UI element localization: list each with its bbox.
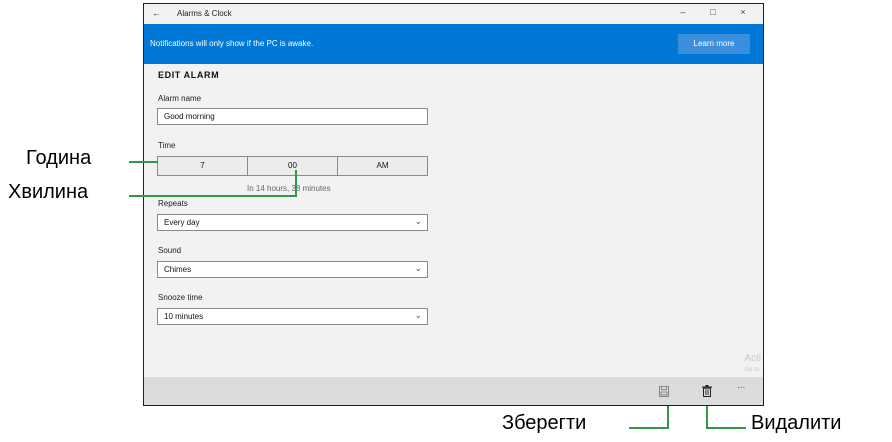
delete-button[interactable] xyxy=(702,384,712,402)
save-annotation-connector xyxy=(667,406,669,429)
page-title: EDIT ALARM xyxy=(158,70,220,80)
alarm-name-value: Good morning xyxy=(164,112,215,121)
repeats-value: Every day xyxy=(164,218,200,227)
notification-message: Notifications will only show if the PC i… xyxy=(150,39,314,48)
notification-banner: Notifications will only show if the PC i… xyxy=(144,24,763,64)
minimize-button[interactable]: – xyxy=(676,7,690,17)
repeats-label: Repeats xyxy=(158,199,188,208)
watermark-line-2: Go to xyxy=(744,367,760,373)
close-button[interactable]: × xyxy=(736,7,750,17)
save-button[interactable] xyxy=(659,384,669,402)
app-window: ← Alarms & Clock – □ × Notifications wil… xyxy=(143,3,764,406)
minute-annotation-connector xyxy=(295,170,297,197)
watermark-line-1: Acti xyxy=(744,353,761,364)
maximize-button[interactable]: □ xyxy=(706,7,720,17)
minute-selector[interactable]: 00 xyxy=(248,157,338,175)
repeats-dropdown[interactable]: Every day ⌄ xyxy=(157,214,428,231)
delete-annotation-line xyxy=(706,427,746,429)
save-annotation-label: Зберегти xyxy=(502,412,587,434)
hour-annotation-line xyxy=(129,161,158,163)
hour-selector[interactable]: 7 xyxy=(158,157,248,175)
am-pm-selector[interactable]: AM xyxy=(338,157,427,175)
sound-label: Sound xyxy=(158,246,182,255)
chevron-down-icon: ⌄ xyxy=(414,263,422,273)
snooze-time-dropdown[interactable]: 10 minutes ⌄ xyxy=(157,308,428,325)
alarm-name-label: Alarm name xyxy=(158,94,202,103)
delete-annotation-connector xyxy=(706,406,708,429)
sound-dropdown[interactable]: Chimes ⌄ xyxy=(157,261,428,278)
save-annotation-line xyxy=(629,427,669,429)
delete-annotation-label: Видалити xyxy=(751,412,842,434)
minute-annotation-label: Хвилина xyxy=(8,181,89,203)
more-options-button[interactable]: ... xyxy=(737,380,745,391)
minute-annotation-line xyxy=(129,195,297,197)
sound-value: Chimes xyxy=(164,265,192,274)
learn-more-button[interactable]: Learn more xyxy=(678,34,750,54)
time-remaining-hint: In 14 hours, 38 minutes xyxy=(247,184,331,193)
time-label: Time xyxy=(158,141,176,150)
command-bar: ... xyxy=(144,377,763,405)
save-icon xyxy=(659,386,669,397)
hour-annotation-label: Година xyxy=(26,147,92,169)
time-picker[interactable]: 7 00 AM xyxy=(157,156,428,176)
chevron-down-icon: ⌄ xyxy=(414,310,422,320)
window-title: Alarms & Clock xyxy=(177,9,232,18)
snooze-time-label: Snooze time xyxy=(158,293,203,302)
title-bar: ← Alarms & Clock – □ × xyxy=(144,4,763,24)
snooze-time-value: 10 minutes xyxy=(164,312,204,321)
back-arrow-icon[interactable]: ← xyxy=(152,8,161,18)
trash-icon xyxy=(702,385,712,398)
activation-watermark: Acti Go to xyxy=(744,354,761,375)
chevron-down-icon: ⌄ xyxy=(414,216,422,226)
alarm-name-input[interactable]: Good morning xyxy=(157,108,428,125)
